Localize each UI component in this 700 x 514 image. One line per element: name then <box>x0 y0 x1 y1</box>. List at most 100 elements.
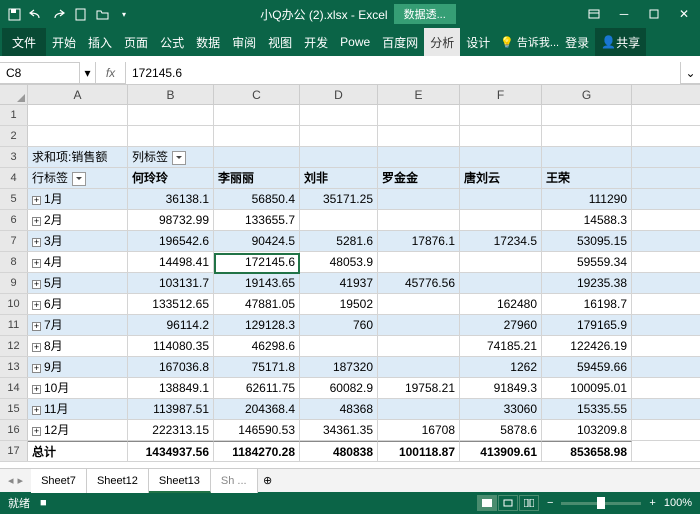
minimize-icon[interactable]: ─ <box>612 3 636 25</box>
row-header[interactable]: 4 <box>0 168 28 188</box>
cell[interactable]: +4月 <box>28 252 128 272</box>
file-tab[interactable]: 文件 <box>2 28 46 56</box>
cell[interactable] <box>378 210 460 230</box>
cell[interactable] <box>28 126 128 146</box>
cell[interactable] <box>300 105 378 125</box>
cell[interactable]: 1184270.28 <box>214 441 300 461</box>
cell[interactable] <box>128 126 214 146</box>
cell[interactable]: 14588.3 <box>542 210 632 230</box>
cell[interactable]: 853658.98 <box>542 441 632 461</box>
expand-icon[interactable]: + <box>32 406 41 415</box>
save-icon[interactable] <box>4 4 24 24</box>
ribbon-tab[interactable]: 设计 <box>460 28 496 56</box>
cell[interactable]: +10月 <box>28 378 128 398</box>
cell[interactable]: 17876.1 <box>378 231 460 251</box>
normal-view-icon[interactable] <box>477 495 497 511</box>
cell[interactable]: 98732.99 <box>128 210 214 230</box>
cell[interactable] <box>460 273 542 293</box>
cell[interactable]: 133512.65 <box>128 294 214 314</box>
cell[interactable]: 唐刘云 <box>460 168 542 188</box>
row-header[interactable]: 7 <box>0 231 28 251</box>
zoom-out-icon[interactable]: − <box>547 497 553 509</box>
share-button[interactable]: 👤共享 <box>595 28 646 56</box>
cell[interactable]: 46298.6 <box>214 336 300 356</box>
cell[interactable]: 41937 <box>300 273 378 293</box>
column-header[interactable]: A <box>28 85 128 104</box>
cell[interactable]: +12月 <box>28 420 128 440</box>
cell[interactable]: 33060 <box>460 399 542 419</box>
cell[interactable]: 19143.65 <box>214 273 300 293</box>
cell[interactable]: 103131.7 <box>128 273 214 293</box>
sheet-tab[interactable]: Sheet7 <box>31 469 87 493</box>
ribbon-tab[interactable]: Powe <box>334 28 376 56</box>
row-header[interactable]: 3 <box>0 147 28 167</box>
sheet-nav-prev-icon[interactable]: ◂ <box>8 474 14 487</box>
cell[interactable] <box>214 105 300 125</box>
cell[interactable]: 16708 <box>378 420 460 440</box>
cell[interactable]: 196542.6 <box>128 231 214 251</box>
open-icon[interactable] <box>92 4 112 24</box>
cell[interactable]: +3月 <box>28 231 128 251</box>
row-header[interactable]: 10 <box>0 294 28 314</box>
cell[interactable] <box>460 147 542 167</box>
cell[interactable]: 何玲玲 <box>128 168 214 188</box>
cell[interactable] <box>300 147 378 167</box>
cell[interactable]: 129128.3 <box>214 315 300 335</box>
cell[interactable]: 19235.38 <box>542 273 632 293</box>
cell[interactable]: +7月 <box>28 315 128 335</box>
row-header[interactable]: 1 <box>0 105 28 125</box>
cell[interactable]: +2月 <box>28 210 128 230</box>
cell[interactable]: 53095.15 <box>542 231 632 251</box>
cell[interactable]: 19502 <box>300 294 378 314</box>
cell[interactable]: 5281.6 <box>300 231 378 251</box>
ribbon-tab[interactable]: 视图 <box>262 28 298 56</box>
cell[interactable]: 48053.9 <box>300 252 378 272</box>
page-break-view-icon[interactable] <box>519 495 539 511</box>
ribbon-tab[interactable]: 开发 <box>298 28 334 56</box>
column-header[interactable]: B <box>128 85 214 104</box>
cell[interactable]: 138849.1 <box>128 378 214 398</box>
row-header[interactable]: 9 <box>0 273 28 293</box>
cell[interactable]: 114080.35 <box>128 336 214 356</box>
expand-icon[interactable]: + <box>32 385 41 394</box>
cell[interactable]: 100095.01 <box>542 378 632 398</box>
cell[interactable]: 行标签 <box>28 168 128 188</box>
cell[interactable]: +1月 <box>28 189 128 209</box>
cell[interactable]: 90424.5 <box>214 231 300 251</box>
ribbon-tab[interactable]: 公式 <box>154 28 190 56</box>
maximize-icon[interactable] <box>642 3 666 25</box>
add-sheet-icon[interactable]: ⊕ <box>258 474 278 487</box>
cell[interactable]: 413909.61 <box>460 441 542 461</box>
cell[interactable] <box>128 105 214 125</box>
row-header[interactable]: 13 <box>0 357 28 377</box>
cell[interactable] <box>300 336 378 356</box>
cell[interactable]: 187320 <box>300 357 378 377</box>
ribbon-tab[interactable]: 审阅 <box>226 28 262 56</box>
ribbon-tab[interactable]: 页面 <box>118 28 154 56</box>
cell[interactable] <box>460 210 542 230</box>
cell[interactable] <box>378 126 460 146</box>
cell[interactable]: 146590.53 <box>214 420 300 440</box>
expand-icon[interactable]: + <box>32 280 41 289</box>
cell[interactable] <box>300 126 378 146</box>
cell[interactable]: 60082.9 <box>300 378 378 398</box>
macro-record-icon[interactable]: ■ <box>40 497 47 509</box>
row-header[interactable]: 2 <box>0 126 28 146</box>
ribbon-tab[interactable]: 分析 <box>424 28 460 56</box>
cell[interactable] <box>378 294 460 314</box>
cell[interactable]: 122426.19 <box>542 336 632 356</box>
row-header[interactable]: 11 <box>0 315 28 335</box>
name-box[interactable]: C8 <box>0 62 80 84</box>
cell[interactable]: 5878.6 <box>460 420 542 440</box>
ribbon-tab[interactable]: 开始 <box>46 28 82 56</box>
cell[interactable]: 45776.56 <box>378 273 460 293</box>
qat-dropdown-icon[interactable]: ▾ <box>114 4 134 24</box>
cell[interactable]: 1434937.56 <box>128 441 214 461</box>
expand-formula-icon[interactable]: ⌄ <box>680 62 700 84</box>
sheet-nav-next-icon[interactable]: ▸ <box>18 474 24 487</box>
cell[interactable] <box>378 336 460 356</box>
cell[interactable]: 62611.75 <box>214 378 300 398</box>
cell[interactable]: 34361.35 <box>300 420 378 440</box>
cell[interactable]: 111290 <box>542 189 632 209</box>
expand-icon[interactable]: + <box>32 196 41 205</box>
